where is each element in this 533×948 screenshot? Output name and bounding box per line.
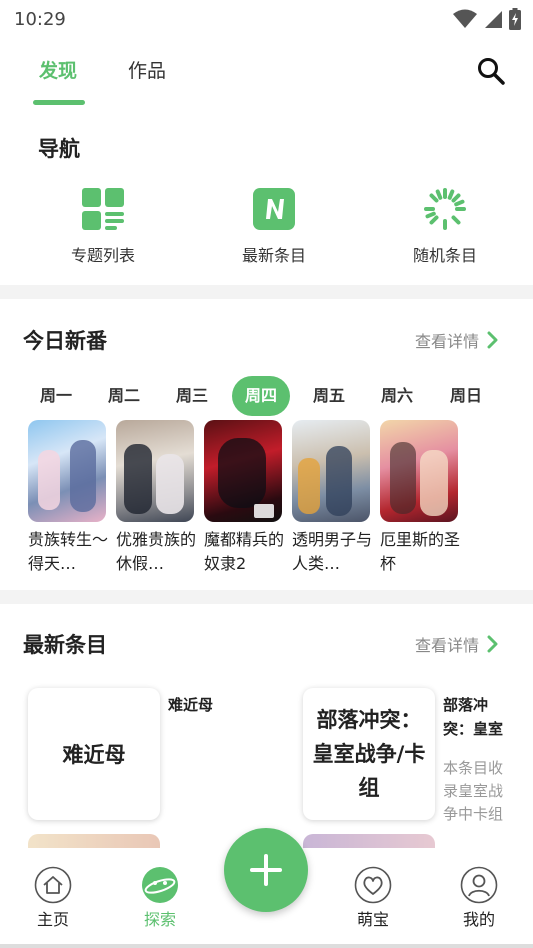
anime-title: 透明男子与人类… [292,530,373,573]
anime-card[interactable]: 优雅贵族的休假… [116,420,196,576]
tab-active-indicator [33,100,85,105]
section-divider [0,590,533,604]
tab-discover[interactable]: 发现 [39,56,77,83]
tab-works[interactable]: 作品 [128,56,166,83]
see-more-label: 查看详情 [414,636,479,655]
entry-card-peek [303,834,435,848]
anime-cover-image [28,420,106,522]
tab-wednesday[interactable]: 周三 [163,376,221,416]
nav-label-latest: 最新条目 [241,246,306,265]
tab-tuesday[interactable]: 周二 [95,376,153,416]
system-nav-bar [0,944,533,948]
loading-spinner-icon [422,186,468,232]
weekday-tabs: 周一 周二 周三 周四 周五 周六 周日 [22,376,512,416]
anime-cover-image [116,420,194,522]
anime-title: 优雅贵族的休假… [116,530,197,573]
bottom-nav-explore[interactable]: 探索 [125,866,195,930]
anime-card[interactable]: 厄里斯的圣杯 [380,420,460,576]
grid-list-icon [80,186,126,232]
chevron-right-icon [487,635,498,653]
plus-icon [250,854,282,886]
search-button[interactable] [474,54,508,88]
wifi-icon [453,9,477,28]
status-time: 10:29 [14,8,66,30]
entry-description: 本条目收录皇室战争中卡组史上留下 [443,759,504,823]
anime-card[interactable]: 贵族转生～得天… [28,420,108,576]
bottom-nav-label: 主页 [36,910,69,929]
tab-saturday[interactable]: 周六 [368,376,426,416]
today-see-more-link[interactable]: 查看详情 [415,328,499,352]
anime-cover-image [380,420,458,522]
entry-title[interactable]: 部落冲突：皇室战争/卡 [443,693,513,741]
status-icons [453,8,521,30]
tab-monday[interactable]: 周一 [27,376,85,416]
new-badge-icon [251,186,297,232]
bottom-nav-label: 探索 [143,910,176,929]
anime-title: 魔都精兵的奴隶2 [204,530,285,573]
see-more-label: 查看详情 [414,332,479,351]
tab-friday[interactable]: 周五 [300,376,358,416]
latest-section-title: 最新条目 [23,633,107,657]
signal-icon [485,11,502,28]
bottom-nav-mine[interactable]: 我的 [444,866,514,930]
entry-card[interactable]: 难近母 [28,688,160,820]
search-icon [478,58,505,85]
bottom-nav-home[interactable]: 主页 [18,866,88,930]
heart-icon [354,866,392,904]
entry-card[interactable]: 部落冲突：皇室战争/卡组 [303,688,435,820]
anime-cover-image [204,420,282,522]
bottom-nav-label: 我的 [462,910,495,929]
anime-cover-image [292,420,370,522]
status-bar: 10:29 [0,0,533,38]
tab-thursday[interactable]: 周四 [232,376,290,416]
today-section-title: 今日新番 [23,329,107,353]
tab-sunday[interactable]: 周日 [437,376,495,416]
anime-list: 贵族转生～得天… 优雅贵族的休假… 魔都精兵的奴隶2 透明男子与人类… 厄里斯的… [0,420,533,580]
chevron-right-icon [487,331,498,349]
anime-title: 贵族转生～得天… [28,530,109,573]
anime-title: 厄里斯的圣杯 [380,530,461,573]
bottom-nav-label: 萌宝 [356,910,389,929]
home-icon [34,866,72,904]
nav-item-topics[interactable]: 专题列表 [33,186,173,266]
add-button[interactable] [224,828,308,912]
nav-label-topics: 专题列表 [70,246,135,265]
planet-icon [142,867,178,903]
anime-card[interactable]: 透明男子与人类… [292,420,372,576]
entry-card-peek [28,834,160,848]
anime-card[interactable]: 魔都精兵的奴隶2 [204,420,284,576]
section-divider [0,285,533,299]
nav-section-title: 导航 [38,137,80,161]
nav-item-random[interactable]: 随机条目 [375,186,515,266]
top-tab-bar: 发现 作品 [0,44,533,108]
bottom-nav-cute[interactable]: 萌宝 [338,866,408,930]
entry-title[interactable]: 难近母 [168,693,268,717]
nav-label-random: 随机条目 [412,246,477,265]
latest-see-more-link[interactable]: 查看详情 [415,632,499,656]
user-icon [460,866,498,904]
nav-item-latest[interactable]: 最新条目 [204,186,344,266]
battery-icon [509,8,521,30]
